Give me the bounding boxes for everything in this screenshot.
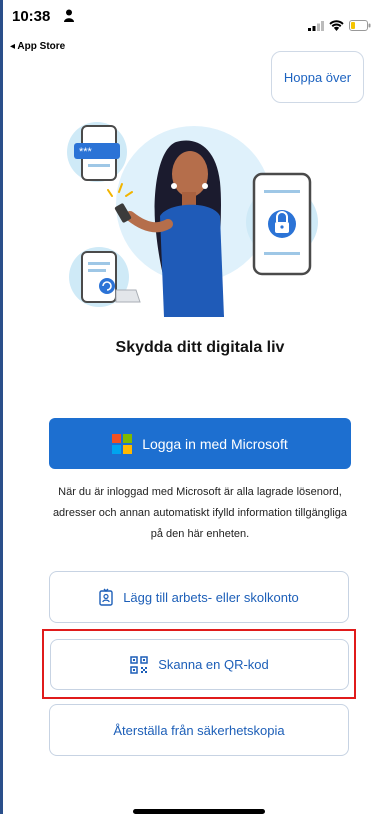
sign-in-with-microsoft-button[interactable]: Logga in med Microsoft xyxy=(49,418,351,469)
svg-text:***: *** xyxy=(79,146,93,158)
id-badge-icon xyxy=(99,588,113,606)
hero-illustration: *** xyxy=(67,122,318,317)
status-time: 10:38 xyxy=(12,8,51,25)
window-left-edge xyxy=(0,0,3,814)
battery-icon xyxy=(349,20,371,31)
person-icon xyxy=(64,9,74,22)
status-icons xyxy=(308,20,371,31)
add-work-or-school-account-label: Lägg till arbets- eller skolkonto xyxy=(123,589,299,605)
status-bar: 10:38 ◂ App Store xyxy=(0,0,383,56)
add-work-or-school-account-button[interactable]: Lägg till arbets- eller skolkonto xyxy=(49,571,349,623)
sign-in-description: När du är inloggad med Microsoft är alla… xyxy=(52,486,348,540)
restore-from-backup-label: Återställa från säkerhetskopia xyxy=(113,722,285,738)
skip-button[interactable]: Hoppa över xyxy=(271,51,364,103)
microsoft-logo-icon xyxy=(112,433,133,454)
home-indicator[interactable] xyxy=(133,809,265,814)
wifi-icon xyxy=(329,20,344,31)
back-to-app-store-link[interactable]: ◂ App Store xyxy=(10,41,65,52)
cellular-signal-icon xyxy=(308,20,324,31)
sign-in-label: Logga in med Microsoft xyxy=(142,435,288,452)
highlight-annotation-box xyxy=(42,629,356,699)
restore-from-backup-button[interactable]: Återställa från säkerhetskopia xyxy=(49,704,349,756)
page-title: Skydda ditt digitala liv xyxy=(115,339,285,356)
